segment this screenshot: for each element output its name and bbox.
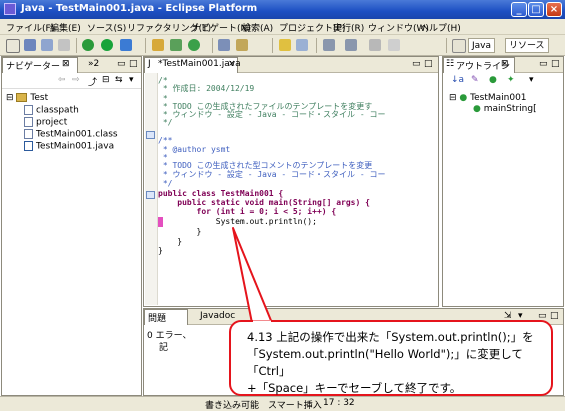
callout-line: 4.13 上記の操作で出来た「System.out.println();」を xyxy=(247,330,534,344)
callout-line: 「System.out.println("Hello World");」に変更し… xyxy=(247,347,523,378)
callout-line: +「Space」キーでセーブして終了です。 xyxy=(247,381,462,395)
callout-text: 4.13 上記の操作で出来た「System.out.println();」を 「… xyxy=(247,329,543,397)
